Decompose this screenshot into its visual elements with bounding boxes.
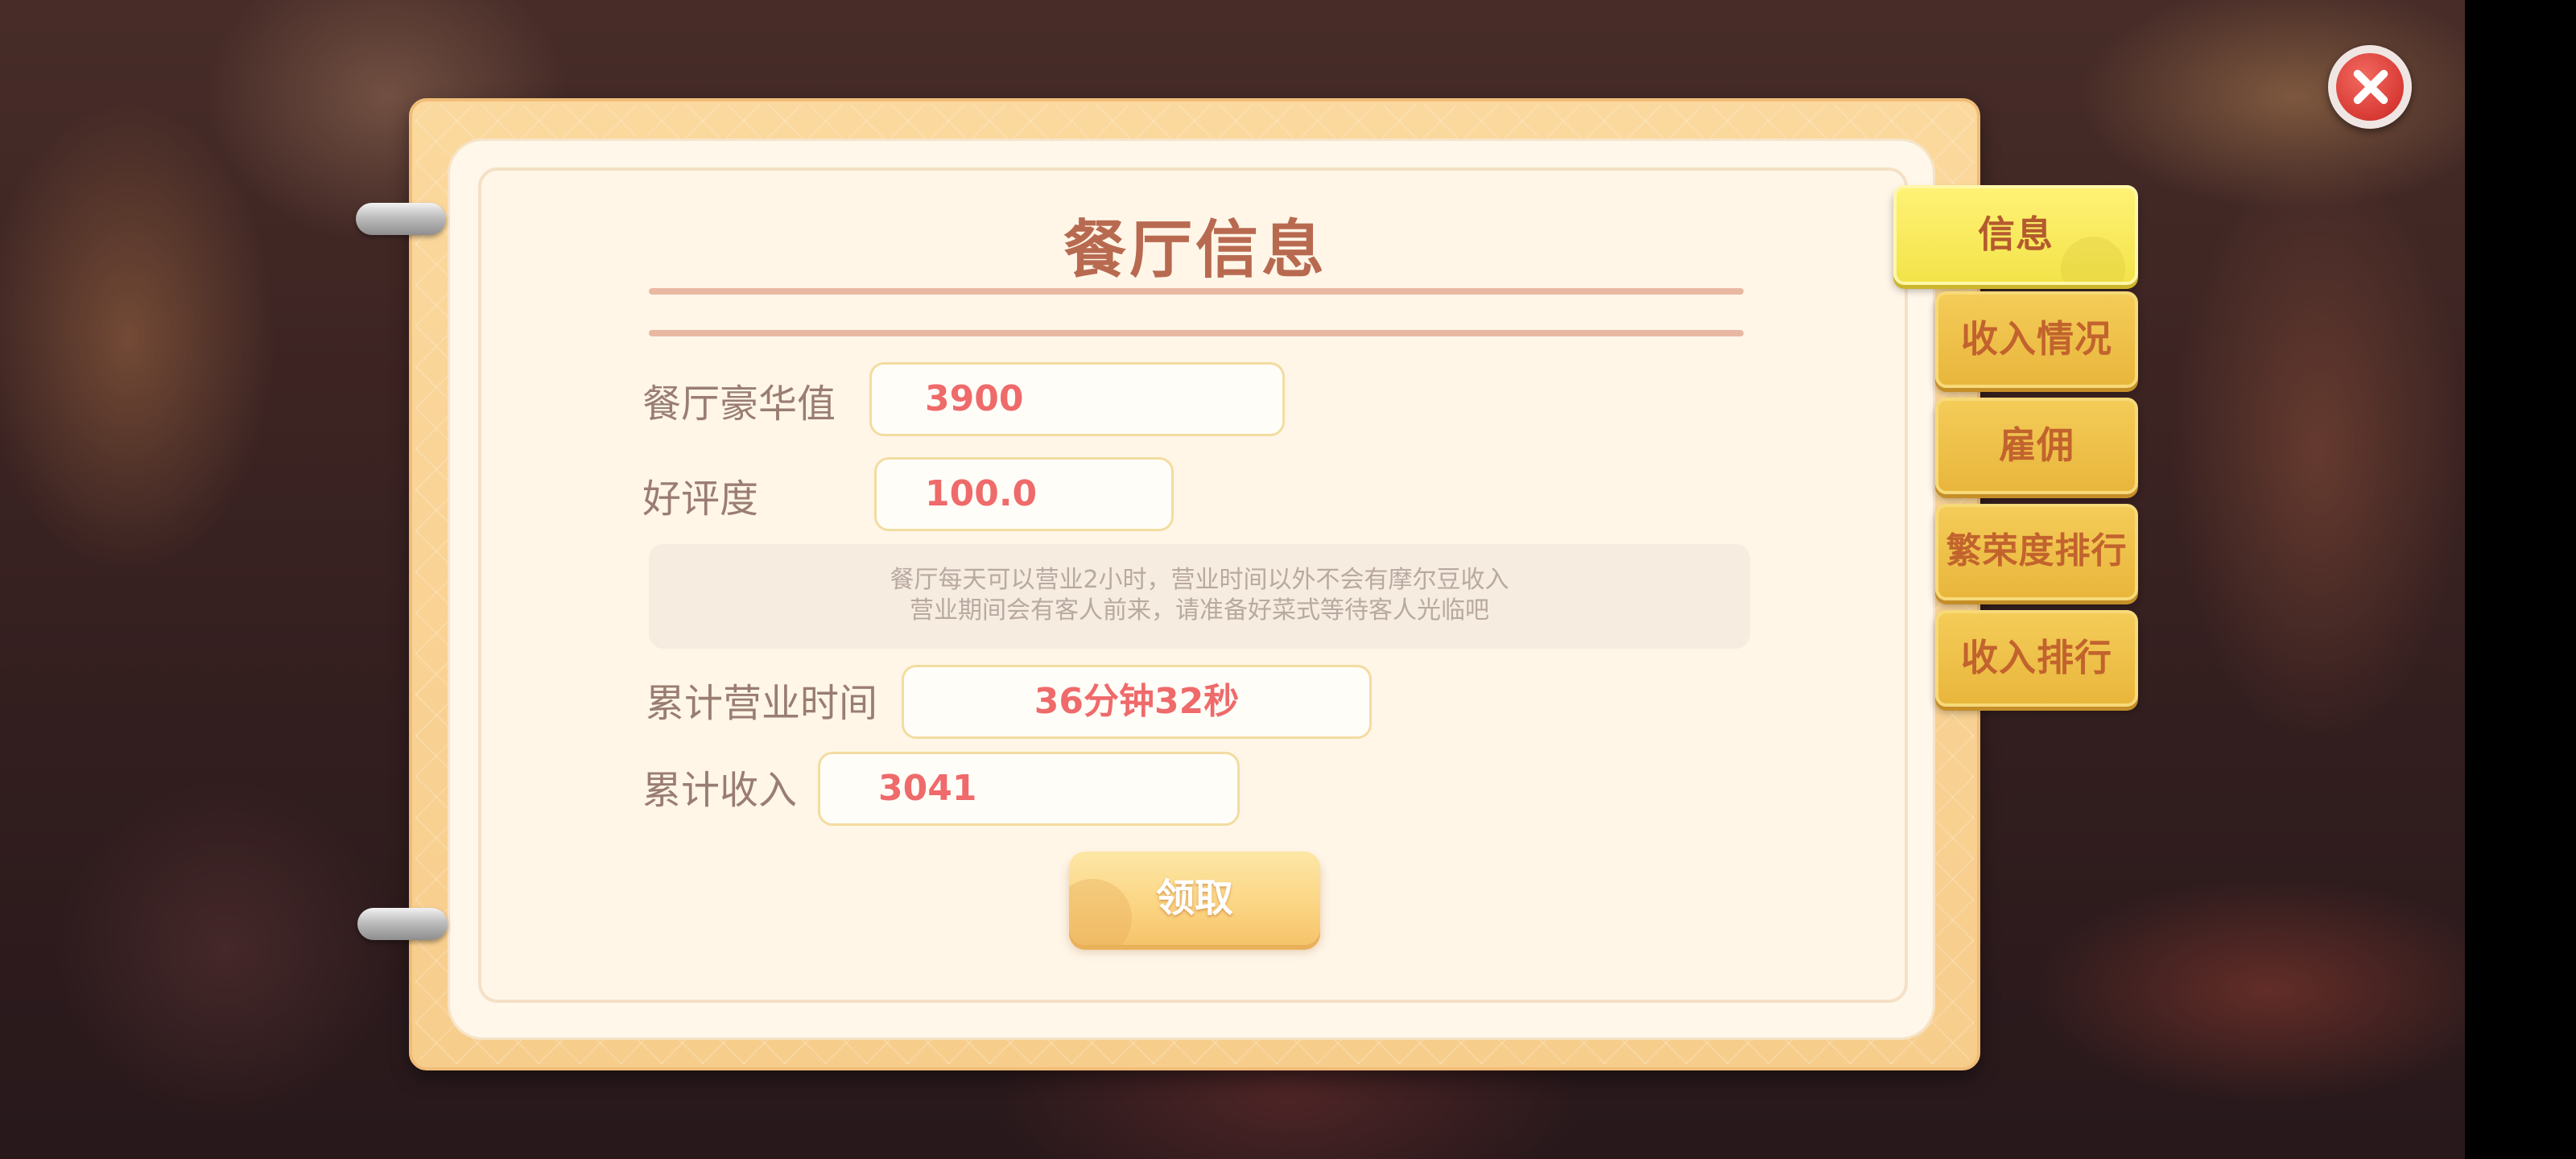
total-income-label: 累计收入 bbox=[642, 768, 798, 813]
luxury-value-field: 3900 bbox=[869, 362, 1285, 436]
title-divider-bottom bbox=[649, 330, 1744, 336]
page-title: 餐厅信息 bbox=[1063, 214, 1327, 287]
total-time-label: 累计营业时间 bbox=[646, 681, 878, 726]
binder-ring-top bbox=[356, 203, 446, 235]
tab-hire[interactable]: 雇佣 bbox=[1935, 398, 2138, 494]
button-decoration bbox=[1069, 879, 1132, 945]
close-button[interactable] bbox=[2328, 45, 2412, 129]
rating-label: 好评度 bbox=[642, 476, 759, 522]
title-divider-top bbox=[649, 288, 1744, 295]
tab-income-status[interactable]: 收入情况 bbox=[1935, 291, 2138, 388]
tab-info[interactable]: 信息 bbox=[1893, 185, 2138, 285]
total-income-value-field: 3041 bbox=[818, 752, 1240, 826]
notice-line-1: 餐厅每天可以营业2小时，营业时间以外不会有摩尔豆收入 bbox=[890, 566, 1509, 594]
rating-value-field: 100.0 bbox=[874, 457, 1174, 531]
luxury-label: 餐厅豪华值 bbox=[642, 382, 836, 427]
tab-info-label: 信息 bbox=[1978, 212, 2054, 256]
tab-decoration bbox=[2061, 237, 2125, 282]
claim-button-label: 领取 bbox=[1155, 876, 1233, 921]
tab-income-ranking[interactable]: 收入排行 bbox=[1935, 610, 2138, 707]
business-hours-notice: 餐厅每天可以营业2小时，营业时间以外不会有摩尔豆收入 营业期间会有客人前来，请准… bbox=[649, 544, 1750, 649]
close-icon bbox=[2336, 53, 2404, 121]
claim-button[interactable]: 领取 bbox=[1069, 852, 1320, 945]
tab-prosperity-ranking[interactable]: 繁荣度排行 bbox=[1935, 504, 2138, 600]
total-time-value-field: 36分钟32秒 bbox=[902, 665, 1372, 739]
notice-line-2: 营业期间会有客人前来，请准备好菜式等待客人光临吧 bbox=[910, 596, 1489, 625]
binder-ring-bottom bbox=[357, 908, 448, 940]
